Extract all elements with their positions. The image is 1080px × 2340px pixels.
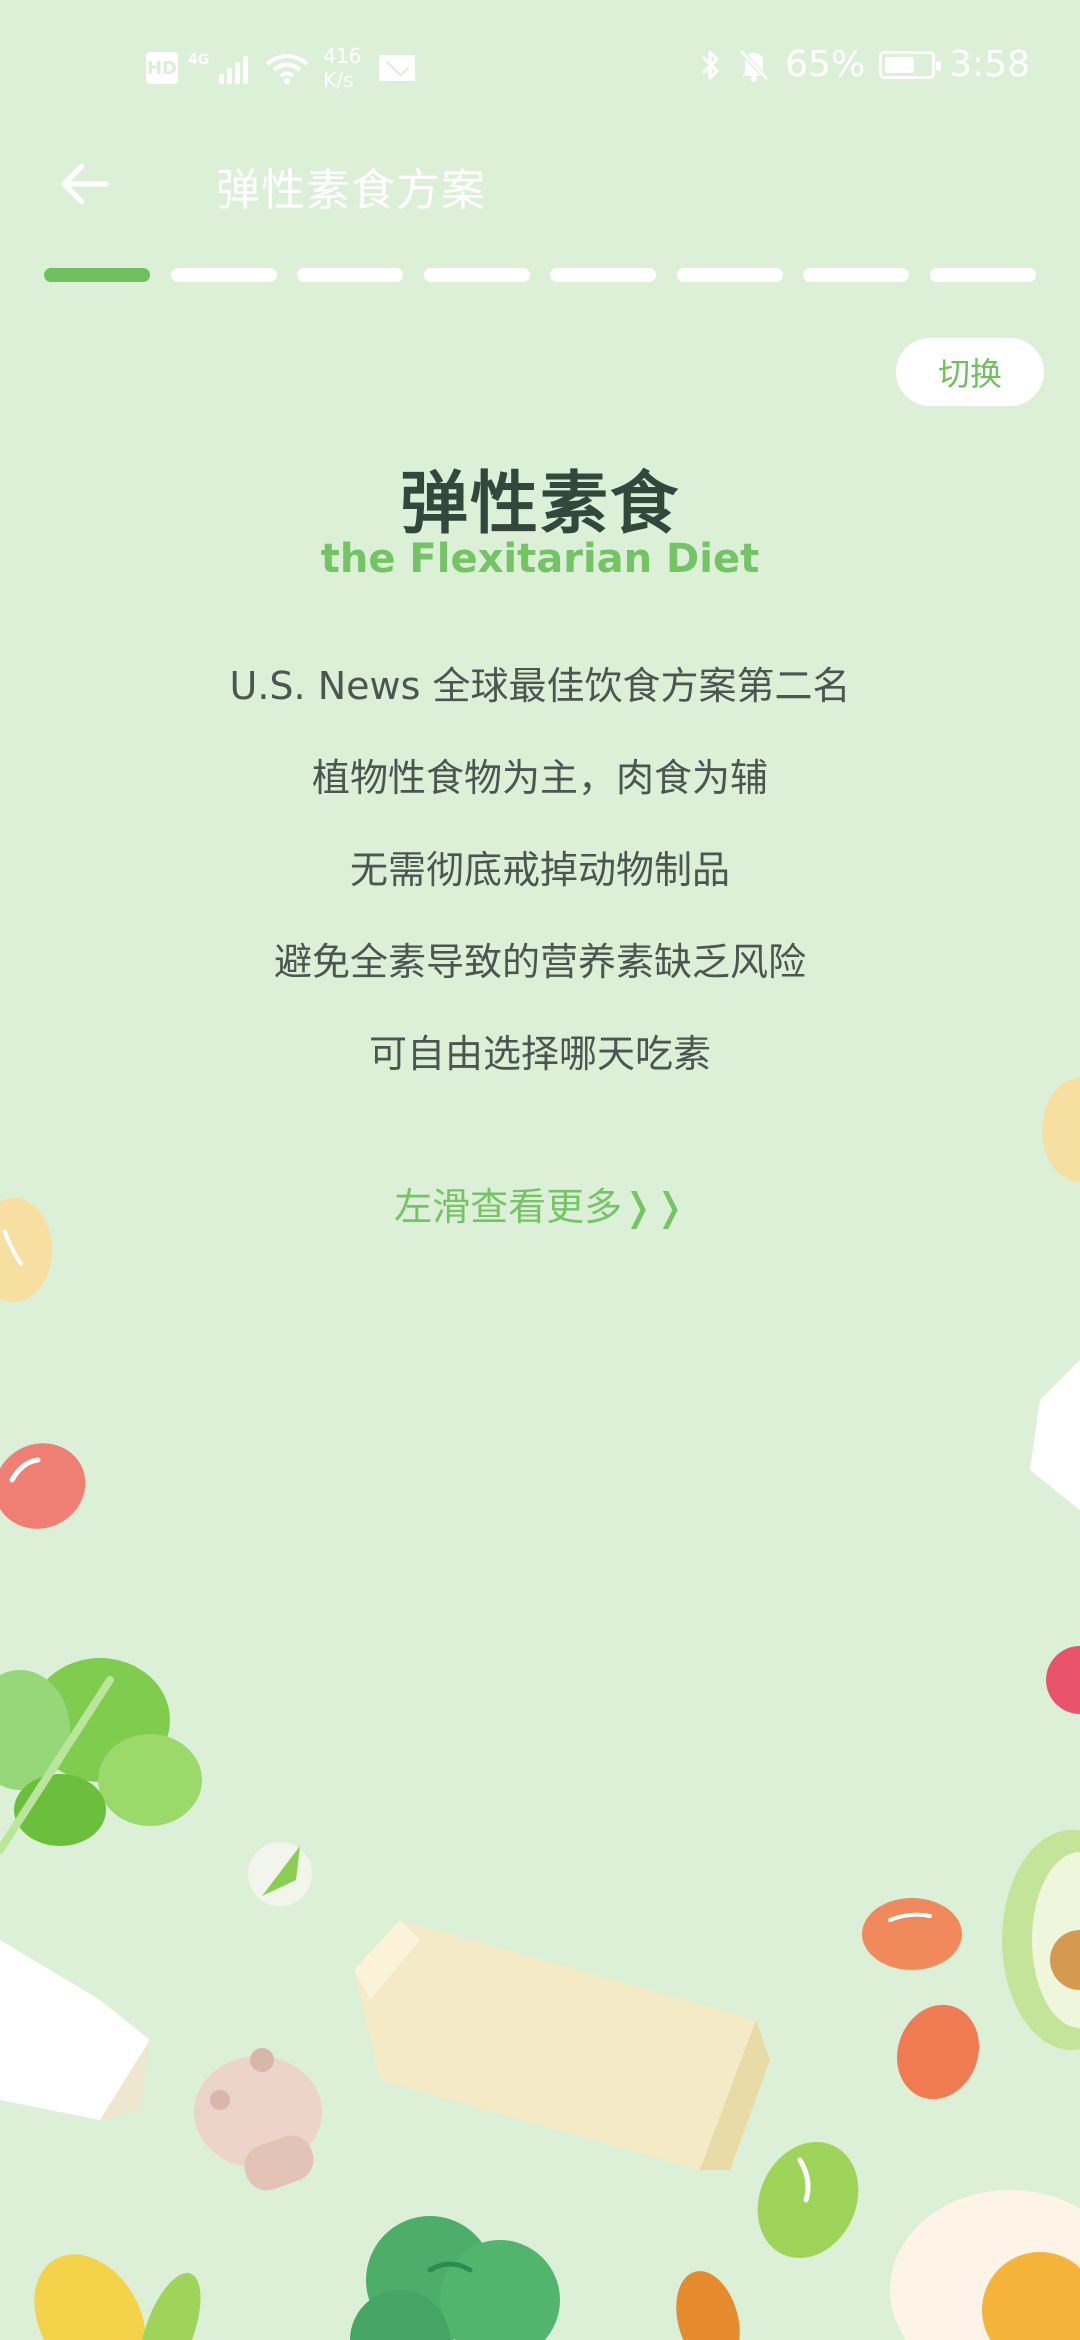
tofu-cube-icon (1030, 1360, 1080, 1510)
feature-item: 无需彻底戒掉动物制品 (349, 848, 730, 892)
progress-step (550, 268, 657, 282)
orange-bean-icon (896, 2004, 980, 2100)
diet-subtitle: the Flexitarian Diet (320, 536, 760, 582)
mail-icon (379, 55, 416, 81)
progress-step (803, 268, 910, 282)
step-progress (44, 268, 1036, 284)
status-bar: HD 4G 416 K/s 65% 3:58 (0, 0, 1080, 136)
speed-value: 416 (323, 44, 362, 68)
clock: 3:58 (949, 44, 1030, 85)
food-illustration (0, 1078, 1080, 2340)
spinach-icon (0, 1658, 202, 1854)
arrow-left-icon (61, 163, 109, 205)
wifi-icon (265, 54, 309, 84)
progress-step (929, 268, 1036, 282)
red-bean-icon (0, 1443, 86, 1529)
battery-percent: 65% (785, 44, 866, 85)
yellow-bean-icon (1042, 1078, 1080, 1182)
avocado-icon (1002, 1830, 1080, 2050)
corn-icon (34, 2254, 201, 2340)
battery-icon (879, 50, 942, 79)
progress-step (423, 268, 530, 282)
almond-icon (676, 2271, 740, 2340)
progress-step (44, 268, 150, 282)
back-button[interactable] (48, 154, 120, 214)
feature-item: 植物性食物为主，肉食为辅 (311, 756, 768, 800)
progress-step (297, 268, 404, 282)
speed-unit: K/s (323, 68, 354, 92)
page-title: 弹性素食方案 (216, 165, 486, 216)
yellow-bean-icon (0, 1198, 52, 1302)
bell-muted-icon (739, 48, 769, 82)
status-right: 65% 3:58 (699, 44, 1030, 85)
feature-item: 避免全素导致的营养素缺乏风险 (273, 940, 806, 984)
berry-icon (1046, 1646, 1080, 1714)
network-speed: 416 K/s (323, 44, 361, 92)
tofu-block-icon (0, 1940, 150, 2120)
feature-item: U.S. News 全球最佳饮食方案第二名 (229, 664, 851, 708)
network-type: 4G (188, 52, 210, 68)
broccoli-icon (350, 2216, 560, 2340)
switch-button[interactable]: 切换 (896, 338, 1044, 406)
app-bar: 弹性素食方案 (0, 136, 1080, 226)
hd-badge: HD (146, 52, 178, 84)
egg-icon (890, 2190, 1080, 2340)
diet-title: 弹性素食 (399, 465, 680, 544)
bluetooth-icon (702, 50, 719, 79)
progress-step (170, 268, 277, 282)
mushroom-icon (194, 2048, 322, 2191)
progress-step (676, 268, 783, 282)
tofu-block-icon (354, 1920, 770, 2170)
orange-bean-icon (862, 1898, 962, 1970)
status-left: HD 4G 416 K/s (146, 44, 416, 92)
cell-signal-icon (219, 56, 249, 84)
battery-level (885, 56, 914, 73)
